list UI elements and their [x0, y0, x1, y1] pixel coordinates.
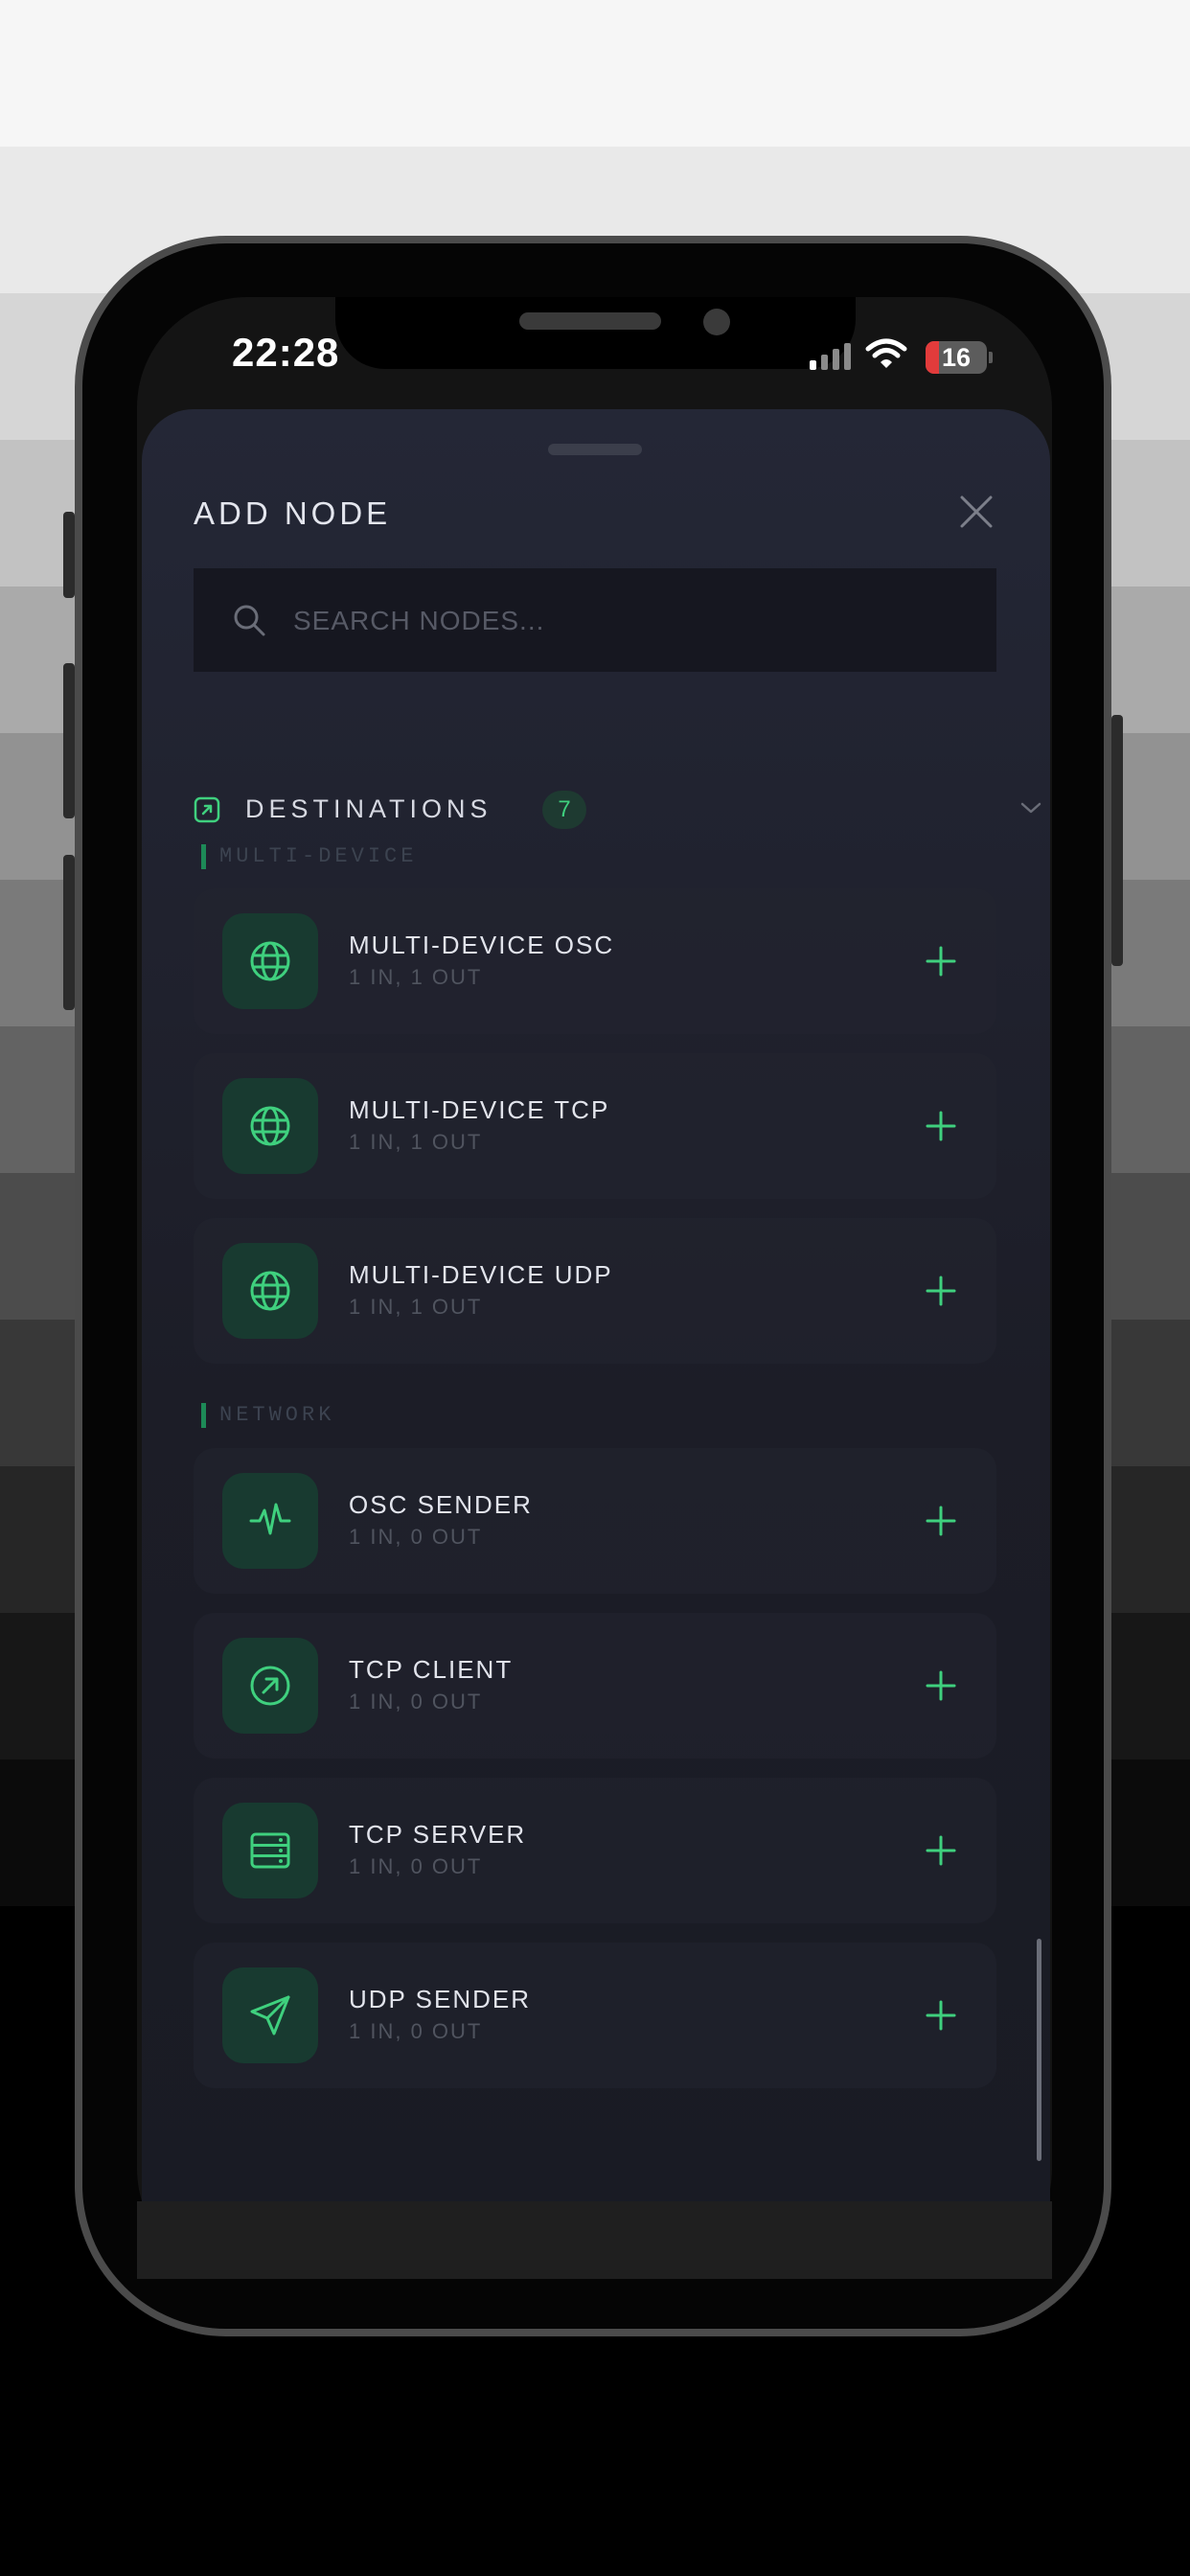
- front-camera: [703, 309, 730, 335]
- node-card-osc-sender[interactable]: OSC SENDER 1 IN, 0 OUT: [194, 1448, 996, 1594]
- sheet-grabber[interactable]: [548, 444, 642, 455]
- node-card-tcp-client[interactable]: TCP CLIENT 1 IN, 0 OUT: [194, 1613, 996, 1759]
- node-card-tcp-server[interactable]: TCP SERVER 1 IN, 0 OUT: [194, 1778, 996, 1923]
- node-card-multi-device-udp[interactable]: MULTI-DEVICE UDP 1 IN, 1 OUT: [194, 1218, 996, 1364]
- node-card-udp-sender[interactable]: UDP SENDER 1 IN, 0 OUT: [194, 1943, 996, 2088]
- add-icon[interactable]: [924, 1998, 958, 2033]
- signal-icon: [810, 343, 851, 370]
- arrow-up-right-circle-icon: [250, 1666, 290, 1706]
- node-name: TCP CLIENT: [349, 1655, 514, 1684]
- arrow-up-right-square-icon: [194, 796, 220, 823]
- node-name: MULTI-DEVICE OSC: [349, 931, 615, 959]
- globe-icon: [250, 1271, 290, 1311]
- node-icon-tile: [222, 913, 318, 1009]
- node-ports: 1 IN, 0 OUT: [349, 1854, 483, 1878]
- node-name: UDP SENDER: [349, 1985, 532, 2013]
- group-label-multi-device: MULTI-DEVICE: [201, 844, 417, 869]
- globe-icon: [250, 1106, 290, 1146]
- volume-down-button: [63, 855, 75, 1010]
- status-time: 22:28: [232, 330, 340, 375]
- add-icon[interactable]: [924, 1833, 958, 1868]
- pulse-icon: [249, 1503, 291, 1535]
- node-name: MULTI-DEVICE UDP: [349, 1260, 613, 1289]
- node-icon-tile: [222, 1638, 318, 1734]
- node-icon-tile: [222, 1803, 318, 1898]
- group-label-network: NETWORK: [201, 1403, 334, 1428]
- add-icon[interactable]: [924, 1504, 958, 1538]
- speaker: [519, 312, 661, 330]
- node-icon-tile: [222, 1473, 318, 1569]
- globe-icon: [250, 941, 290, 981]
- mute-switch: [63, 512, 75, 598]
- add-icon[interactable]: [924, 944, 958, 978]
- server-icon: [250, 1832, 290, 1869]
- node-ports: 1 IN, 0 OUT: [349, 1690, 483, 1714]
- category-label: DESTINATIONS: [245, 794, 492, 823]
- category-destinations[interactable]: DESTINATIONS 7: [194, 783, 1041, 837]
- node-card-multi-device-tcp[interactable]: MULTI-DEVICE TCP 1 IN, 1 OUT: [194, 1053, 996, 1199]
- bottom-bar: [137, 2201, 1052, 2279]
- node-name: OSC SENDER: [349, 1490, 533, 1519]
- node-icon-tile: [222, 1078, 318, 1174]
- node-name: TCP SERVER: [349, 1820, 527, 1849]
- chevron-down-icon[interactable]: [1019, 800, 1042, 816]
- node-ports: 1 IN, 1 OUT: [349, 1130, 483, 1154]
- node-icon-tile: [222, 1243, 318, 1339]
- volume-up-button: [63, 663, 75, 818]
- node-ports: 1 IN, 0 OUT: [349, 1525, 483, 1549]
- node-card-multi-device-osc[interactable]: MULTI-DEVICE OSC 1 IN, 1 OUT: [194, 888, 996, 1034]
- add-node-sheet: ADD NODE DESTINATIONS 7 MULTI-DEVICE: [142, 409, 1050, 2201]
- notch: [335, 297, 856, 369]
- battery-icon: 16: [926, 341, 987, 374]
- node-ports: 1 IN, 1 OUT: [349, 1295, 483, 1319]
- node-name: MULTI-DEVICE TCP: [349, 1095, 610, 1124]
- close-icon[interactable]: [956, 492, 996, 532]
- node-ports: 1 IN, 0 OUT: [349, 2019, 483, 2043]
- search-icon: [234, 605, 265, 636]
- send-icon: [250, 1995, 290, 2036]
- add-icon[interactable]: [924, 1668, 958, 1703]
- search-input[interactable]: [291, 568, 966, 674]
- power-button: [1111, 715, 1123, 966]
- scrollbar[interactable]: [1037, 1939, 1041, 2161]
- search-box: [194, 568, 996, 674]
- node-icon-tile: [222, 1967, 318, 2063]
- wifi-icon: [865, 338, 907, 368]
- sheet-title: ADD NODE: [194, 495, 392, 531]
- battery-level: 16: [941, 343, 972, 372]
- battery-tip: [989, 352, 993, 363]
- category-count-badge: 7: [542, 791, 586, 829]
- add-icon[interactable]: [924, 1109, 958, 1143]
- add-icon[interactable]: [924, 1274, 958, 1308]
- node-ports: 1 IN, 1 OUT: [349, 965, 483, 989]
